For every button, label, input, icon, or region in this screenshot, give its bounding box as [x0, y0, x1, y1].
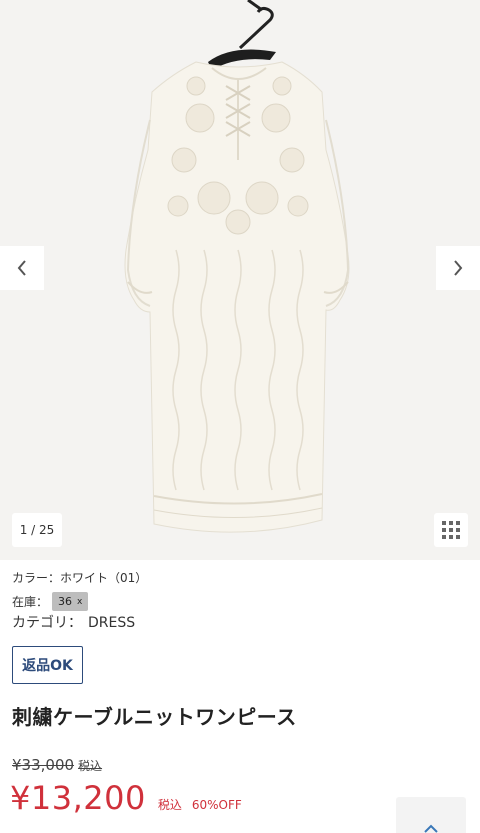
grid-icon: [442, 521, 460, 539]
size-chip-label: 36: [58, 595, 73, 608]
sale-price-row: ¥13,200 税込 60%OFF: [10, 779, 242, 817]
original-price: ¥33,000 税込: [12, 756, 102, 774]
category-info: カテゴリ： DRESS: [12, 612, 135, 632]
original-price-value: ¥33,000: [12, 756, 75, 774]
stock-info: 在庫： 36 x: [12, 592, 89, 611]
original-price-tax: 税込: [78, 759, 103, 773]
scroll-to-top-button[interactable]: [396, 797, 466, 833]
arrow-up-icon: [424, 824, 438, 833]
product-gallery[interactable]: 1 / 25: [0, 0, 480, 560]
sale-price: ¥13,200: [10, 779, 146, 817]
image-counter: 1 / 25: [12, 513, 62, 547]
discount-rate: 60%OFF: [191, 798, 242, 812]
color-info: カラー：ホワイト（01）: [12, 571, 148, 585]
product-image[interactable]: [0, 0, 480, 560]
category-label: カテゴリ：: [12, 615, 82, 631]
product-title: 刺繍ケーブルニットワンピース: [12, 705, 297, 729]
stock-label: 在庫：: [12, 595, 49, 609]
chevron-left-icon: [17, 260, 26, 276]
next-image-button[interactable]: [436, 246, 480, 290]
chevron-right-icon: [454, 260, 463, 276]
return-ok-badge: 返品OK: [12, 646, 83, 684]
grid-view-button[interactable]: [434, 513, 468, 547]
category-value: DRESS: [88, 615, 136, 631]
size-chip[interactable]: 36 x: [52, 592, 89, 611]
sale-price-tax: 税込: [157, 798, 182, 812]
size-chip-mark: x: [77, 596, 83, 607]
prev-image-button[interactable]: [0, 246, 44, 290]
